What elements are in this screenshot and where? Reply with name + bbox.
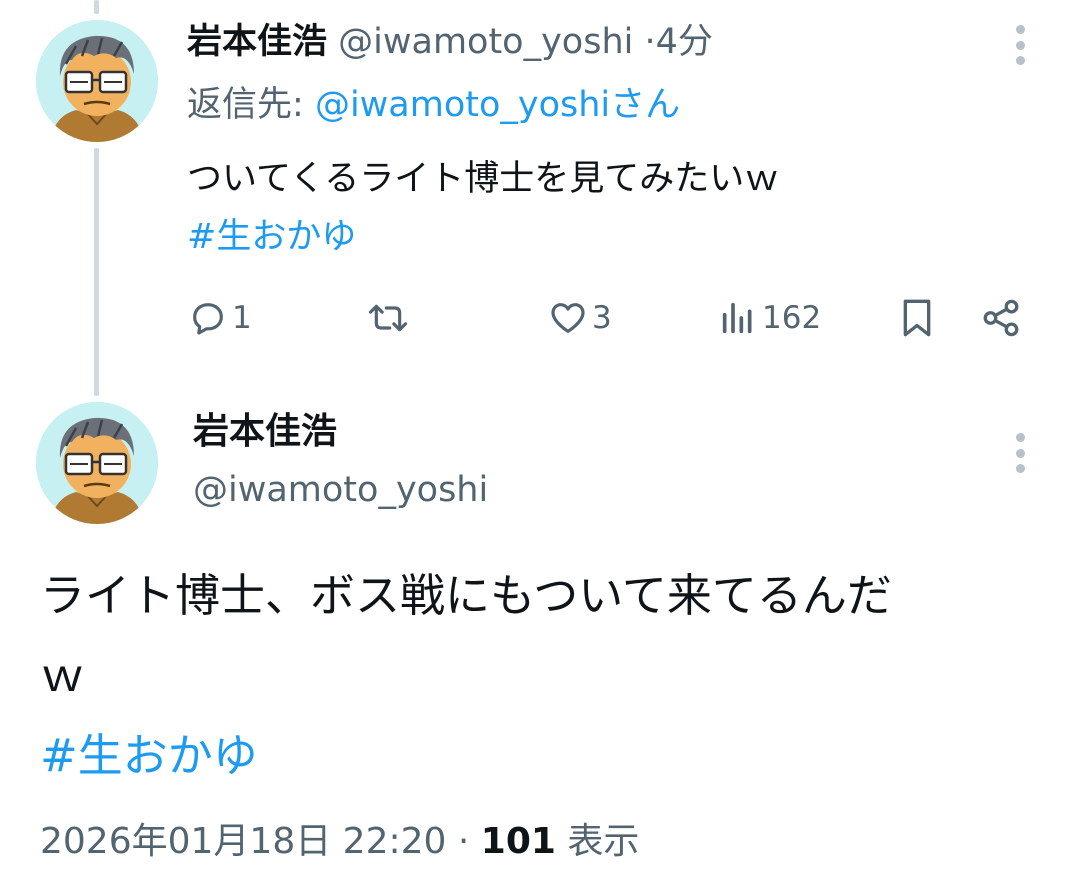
main-tweet-text: ライト博士、ボス戦にもついて来てるんだ ｗ #生おかゆ <box>40 556 1040 796</box>
views-button[interactable]: 162 <box>718 292 821 344</box>
thread-line <box>94 148 99 396</box>
timestamp[interactable]: 4分 <box>656 22 713 62</box>
reply-to-label: 返信先: <box>187 85 304 125</box>
more-vertical-icon[interactable] <box>1010 433 1030 473</box>
views-count: 101 <box>480 821 556 862</box>
tweet-date[interactable]: 2026年01月18日 22:20 <box>40 821 446 862</box>
display-name[interactable]: 岩本佳浩 <box>187 22 327 62</box>
user-handle[interactable]: @iwamoto_yoshi <box>193 464 488 516</box>
hashtag-link[interactable]: #生おかゆ <box>40 716 1040 796</box>
more-vertical-icon[interactable] <box>1010 25 1030 65</box>
views-count: 162 <box>762 300 822 336</box>
tweet-text: ついてくるライト博士を見てみたいｗ <box>187 159 780 199</box>
bookmark-button[interactable] <box>897 292 937 344</box>
share-button[interactable] <box>980 292 1022 344</box>
reply-count: 1 <box>232 300 252 336</box>
hashtag-link[interactable]: #生おかゆ <box>187 208 779 266</box>
tweet-text-line: ライト博士、ボス戦にもついて来てるんだ <box>40 569 892 622</box>
thread-line-top <box>94 0 99 14</box>
avatar[interactable] <box>36 20 158 142</box>
reply-tweet-header: 岩本佳浩 @iwamoto_yoshi ·4分 <box>187 18 713 66</box>
separator: · <box>644 22 656 62</box>
separator: · <box>457 821 470 862</box>
reply-to-line: 返信先: @iwamoto_yoshiさん <box>187 80 680 130</box>
tweet-text-line: ｗ <box>40 649 86 702</box>
tweet-thread: 岩本佳浩 @iwamoto_yoshi ·4分 返信先: @iwamoto_yo… <box>0 0 1080 895</box>
reply-icon <box>193 303 223 335</box>
avatar[interactable] <box>36 402 158 524</box>
like-button[interactable]: 3 <box>548 292 612 344</box>
user-handle[interactable]: @iwamoto_yoshi <box>338 22 633 62</box>
display-name[interactable]: 岩本佳浩 <box>193 406 337 458</box>
like-count: 3 <box>592 300 612 336</box>
tweet-meta: 2026年01月18日 22:20 · 101 表示 <box>40 814 639 870</box>
bookmark-icon <box>903 299 931 337</box>
avatar-illustration <box>36 20 158 142</box>
retweet-button[interactable] <box>366 292 414 344</box>
reply-tweet-text: ついてくるライト博士を見てみたいｗ #生おかゆ <box>187 150 779 266</box>
like-icon <box>551 303 585 333</box>
views-label: 表示 <box>567 821 640 862</box>
views-icon <box>722 302 752 334</box>
reply-to-suffix: さん <box>610 85 681 125</box>
tweet-action-bar: 1 3 162 <box>0 292 1080 344</box>
share-icon <box>983 299 1019 337</box>
avatar-illustration <box>36 402 158 524</box>
reply-button[interactable]: 1 <box>188 292 252 344</box>
reply-to-handle[interactable]: @iwamoto_yoshi <box>315 85 610 125</box>
retweet-icon <box>368 304 408 332</box>
